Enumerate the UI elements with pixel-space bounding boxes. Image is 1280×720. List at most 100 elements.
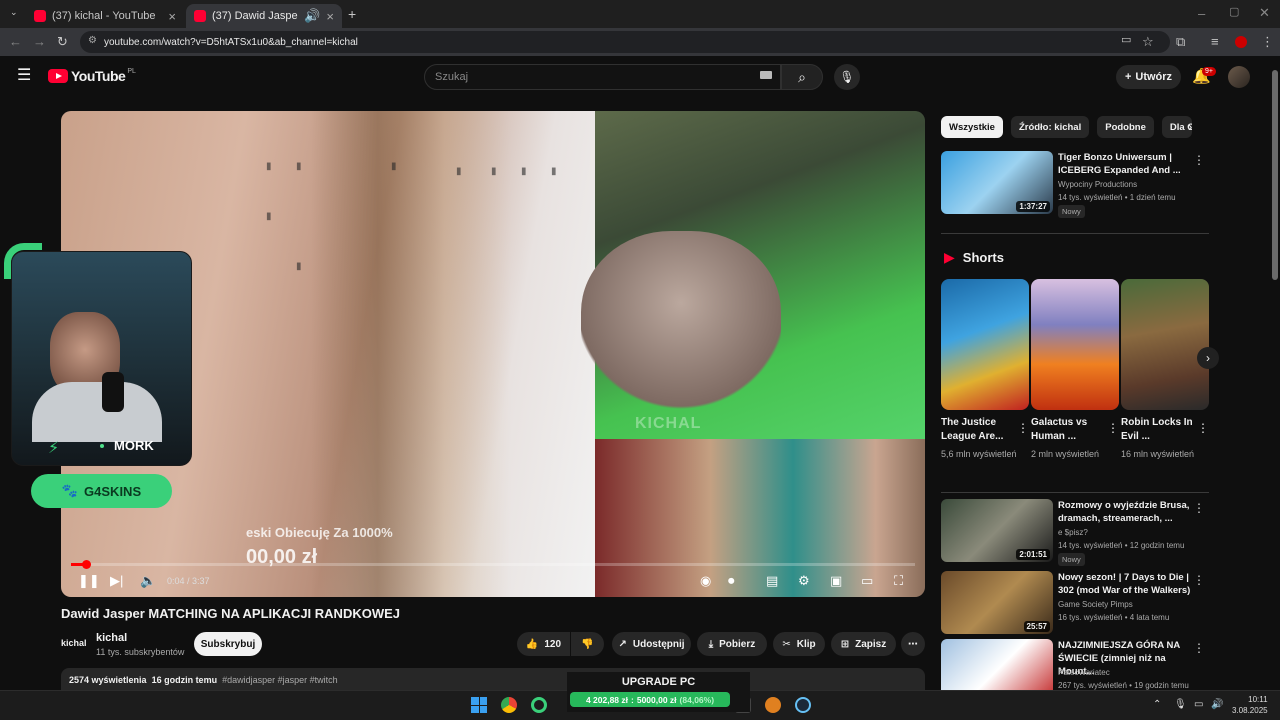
search-button[interactable]: ⌕ (781, 64, 823, 90)
voice-search-button[interactable]: 🎙 (834, 64, 860, 90)
rec-channel[interactable]: Game Society Pimps (1058, 600, 1133, 609)
restore-icon[interactable]: ▢ (1229, 7, 1239, 18)
more-actions-button[interactable]: ⋯ (901, 632, 925, 656)
short-thumbnail[interactable] (1121, 279, 1209, 410)
theater-mode-icon[interactable]: ▭ (861, 573, 873, 589)
miniplayer-icon[interactable]: ▣ (830, 573, 842, 589)
like-button[interactable]: 👍 120 (517, 632, 570, 656)
media-controls-icon[interactable]: ≡ (1211, 35, 1219, 48)
network-icon[interactable]: ▭ (1194, 699, 1203, 710)
bookmark-star-icon[interactable]: ☆ (1142, 35, 1154, 48)
like-shield-icon[interactable]: ◉ (700, 573, 711, 589)
chevron-right-icon[interactable]: › (1188, 120, 1192, 133)
browser-menu-icon[interactable]: ⋮ (1261, 35, 1274, 48)
forward-icon[interactable]: → (33, 35, 46, 48)
rec-meta: 267 tys. wyświetleń • 19 godzin temu (1058, 681, 1189, 690)
rec-title[interactable]: Nowy sezon! | 7 Days to Die | 302 (mod W… (1058, 571, 1196, 597)
more-vertical-icon[interactable]: ⋮ (1193, 501, 1205, 515)
share-button[interactable]: ↗ Udostępnij (612, 632, 691, 656)
rec-title[interactable]: Tiger Bonzo Uniwersum | ICEBERG Expanded… (1058, 151, 1196, 177)
rec-channel[interactable]: PatecWariatec (1058, 668, 1110, 677)
short-title[interactable]: Galactus vs Human ... (1031, 416, 1107, 444)
channel-avatar[interactable]: kichal (61, 632, 87, 654)
subtitles-icon[interactable]: ▤ (766, 573, 778, 589)
close-tab-icon[interactable]: × (168, 9, 176, 24)
recommendation-item[interactable]: 2:01:51 Rozmowy o wyjeździe Brusa, drama… (941, 499, 1213, 566)
more-vertical-icon[interactable]: ⋮ (1193, 573, 1205, 587)
pause-icon[interactable]: ❚❚ (78, 573, 100, 589)
chip-all[interactable]: Wszystkie (941, 116, 1003, 138)
app-taskbar-icon[interactable] (765, 697, 781, 713)
close-window-icon[interactable]: ✕ (1259, 6, 1270, 19)
shorts-next-button[interactable]: › (1197, 347, 1219, 369)
channel-name[interactable]: kichal (96, 632, 127, 644)
save-button[interactable]: ⊞ Zapisz (831, 632, 896, 656)
tab-kichal-channel[interactable]: (37) kichal - YouTube × (26, 4, 184, 28)
clock-time: 10:11 (1248, 695, 1268, 704)
site-info-icon[interactable]: ⚙ (88, 35, 97, 46)
new-tab-icon[interactable]: + (348, 7, 356, 21)
short-views: 2 mln wyświetleń (1031, 449, 1100, 459)
extensions-icon[interactable]: ⧉ (1176, 35, 1185, 48)
create-button[interactable]: + Utwórz (1116, 65, 1181, 89)
rec-title[interactable]: Rozmowy o wyjeździe Brusa, dramach, stre… (1058, 499, 1196, 525)
more-vertical-icon[interactable]: ⋮ (1197, 421, 1209, 435)
chip-related[interactable]: Podobne (1097, 116, 1154, 138)
download-button[interactable]: ⤓ Pobierz (697, 632, 767, 656)
more-vertical-icon[interactable]: ⋮ (1017, 421, 1029, 435)
volume-tray-icon[interactable]: 🔊 (1211, 699, 1223, 710)
hashtags[interactable]: #dawidjasper #jasper #twitch (222, 675, 338, 685)
video-progress-bar[interactable] (71, 560, 915, 569)
short-views: 5,6 mln wyświetleń (941, 449, 1017, 459)
volume-icon[interactable]: 🔈 (140, 573, 156, 589)
tray-chevron-icon[interactable]: ⌃ (1153, 699, 1161, 710)
speaker-icon[interactable]: 🔊 (304, 8, 320, 24)
short-title[interactable]: The Justice League Are... (941, 416, 1017, 444)
rec-channel[interactable]: Wypociny Productions (1058, 180, 1137, 189)
cast-icon[interactable]: ▭ (1121, 35, 1131, 46)
back-icon[interactable]: ← (9, 35, 22, 48)
system-clock[interactable]: 10:11 3.08.2025 (1232, 694, 1268, 716)
short-title[interactable]: Robin Locks In Evil ... (1121, 416, 1197, 444)
chrome-taskbar-icon[interactable] (501, 697, 517, 713)
tab-current-video[interactable]: (37) Dawid Jasper MATCHING 🔊 × (186, 4, 342, 28)
divider (941, 492, 1209, 493)
short-item[interactable]: Galactus vs Human ... 2 mln wyświetleń ⋮ (1031, 279, 1119, 461)
hamburger-menu-icon[interactable]: ☰ (17, 68, 31, 84)
youtube-logo[interactable]: YouTube PL (48, 68, 136, 84)
page-scrollbar[interactable] (1272, 70, 1278, 280)
next-video-icon[interactable]: ▶| (110, 573, 123, 589)
recommendation-item[interactable]: 1:37:27 Tiger Bonzo Uniwersum | ICEBERG … (941, 151, 1213, 218)
short-item[interactable]: The Justice League Are... 5,6 mln wyświe… (941, 279, 1029, 461)
reload-icon[interactable]: ↻ (57, 35, 68, 48)
steam-taskbar-icon[interactable] (795, 697, 811, 713)
minimize-icon[interactable]: – (1198, 7, 1205, 20)
search-input[interactable]: Szukaj (424, 64, 781, 90)
short-thumbnail[interactable] (1031, 279, 1119, 410)
fullscreen-icon[interactable]: ⛶ (894, 573, 903, 589)
tab-search-icon[interactable]: ⌄ (10, 8, 18, 17)
autoplay-toggle-icon[interactable]: ⏺ (728, 573, 735, 589)
more-vertical-icon[interactable]: ⋮ (1193, 153, 1205, 167)
obs-taskbar-icon[interactable] (531, 697, 547, 713)
description-box[interactable]: 2574 wyświetlenia 16 godzin temu #dawidj… (61, 668, 925, 692)
windows-start-icon[interactable] (471, 697, 487, 713)
more-vertical-icon[interactable]: ⋮ (1107, 421, 1119, 435)
close-tab-icon[interactable]: × (326, 9, 334, 24)
more-vertical-icon[interactable]: ⋮ (1193, 641, 1205, 655)
short-item[interactable]: Robin Locks In Evil ... 16 mln wyświetle… (1121, 279, 1209, 461)
keyboard-icon[interactable] (760, 71, 772, 79)
rec-channel[interactable]: e $pisz? (1058, 528, 1088, 537)
subscribe-button[interactable]: Subskrybuj (194, 632, 262, 656)
short-thumbnail[interactable] (941, 279, 1029, 410)
settings-gear-icon[interactable]: ⚙ (798, 573, 810, 589)
recommendation-item[interactable]: 25:57 Nowy sezon! | 7 Days to Die | 302 … (941, 571, 1213, 635)
account-avatar[interactable] (1228, 66, 1250, 88)
url-field[interactable]: ⚙ youtube.com/watch?v=D5htATSx1u0&ab_cha… (80, 31, 1170, 53)
chip-source[interactable]: Źródło: kichal (1010, 116, 1090, 138)
tray-mic-icon[interactable]: 🎙 (1174, 699, 1187, 710)
profile-icon[interactable] (1235, 36, 1247, 48)
clip-button[interactable]: ✂ Klip (773, 632, 825, 656)
save-label: Zapisz (855, 638, 887, 650)
dislike-button[interactable]: 👎 (571, 632, 604, 656)
